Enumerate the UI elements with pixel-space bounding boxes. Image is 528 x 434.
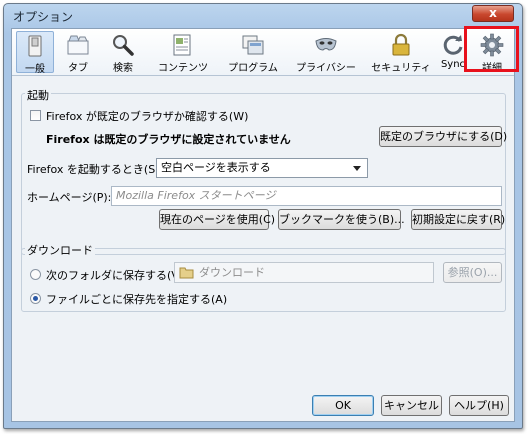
tab-content[interactable]: コンテンツ [148,31,218,73]
downloads-group-label: ダウンロード [25,242,95,258]
startup-group-label: 起動 [25,87,51,103]
category-toolbar: 一般 タブ 検索 コンテンツ [12,29,514,76]
download-folder-field: ダウンロード [174,262,434,283]
ask-each-file-label: ファイルごとに保存先を指定する(A) [46,291,227,307]
close-button[interactable]: x [472,5,514,22]
window-title: オプション [13,8,73,25]
use-current-page-button[interactable]: 現在のページを使用(C) [159,209,269,230]
tab-advanced[interactable]: 詳細 [474,31,510,73]
tabs-icon [66,33,90,57]
dialog-content: 一般 タブ 検索 コンテンツ [11,28,515,422]
homepage-input[interactable]: Mozilla Firefox スタートページ [111,186,502,206]
tab-sync[interactable]: Sync [436,31,470,73]
privacy-mask-icon [314,33,338,57]
not-default-message: Firefox は既定のブラウザに設定されていません [46,131,291,147]
magnifier-icon [111,33,135,57]
ok-button[interactable]: OK [312,395,374,416]
tab-applications[interactable]: プログラム [222,31,284,73]
when-starts-label: Firefox を起動するとき(S): [27,161,163,177]
gear-icon [480,33,504,57]
help-button[interactable]: ヘルプ(H) [449,395,509,416]
default-browser-checkbox[interactable] [30,110,41,121]
options-window: オプション x 一般 タブ 検索 [3,3,523,429]
make-default-button[interactable]: 既定のブラウザにする(D) [379,126,502,147]
sync-icon [441,33,465,57]
tab-security[interactable]: セキュリティ [368,31,434,73]
homepage-label: ホームページ(P): [27,189,111,205]
download-folder-value: ダウンロード [199,266,265,279]
save-to-folder-radio[interactable] [30,269,41,280]
restore-default-button[interactable]: 初期設定に戻す(R) [411,209,502,230]
browse-button[interactable]: 参照(O)... [443,262,502,283]
applications-icon [241,33,265,57]
save-to-folder-label: 次のフォルダに保存する(V) [46,267,183,283]
tab-tabs[interactable]: タブ [58,31,98,73]
ask-each-file-radio[interactable] [30,293,41,304]
content-page-icon [171,33,195,57]
title-bar[interactable]: オプション x [4,4,522,28]
use-bookmark-button[interactable]: ブックマークを使う(B)... [278,209,401,230]
default-browser-check-label: Firefox が既定のブラウザか確認する(W) [46,108,248,124]
startup-page-select[interactable]: 空白ページを表示する [156,158,368,178]
chevron-down-icon [353,166,361,171]
startup-page-value: 空白ページを表示する [161,161,271,174]
tab-search[interactable]: 検索 [102,31,144,73]
tab-privacy[interactable]: プライバシー [288,31,364,73]
cancel-button[interactable]: キャンセル [381,395,442,416]
tab-general[interactable]: 一般 [16,31,54,73]
switch-icon [23,34,47,58]
folder-icon [179,266,194,279]
padlock-icon [389,33,413,57]
